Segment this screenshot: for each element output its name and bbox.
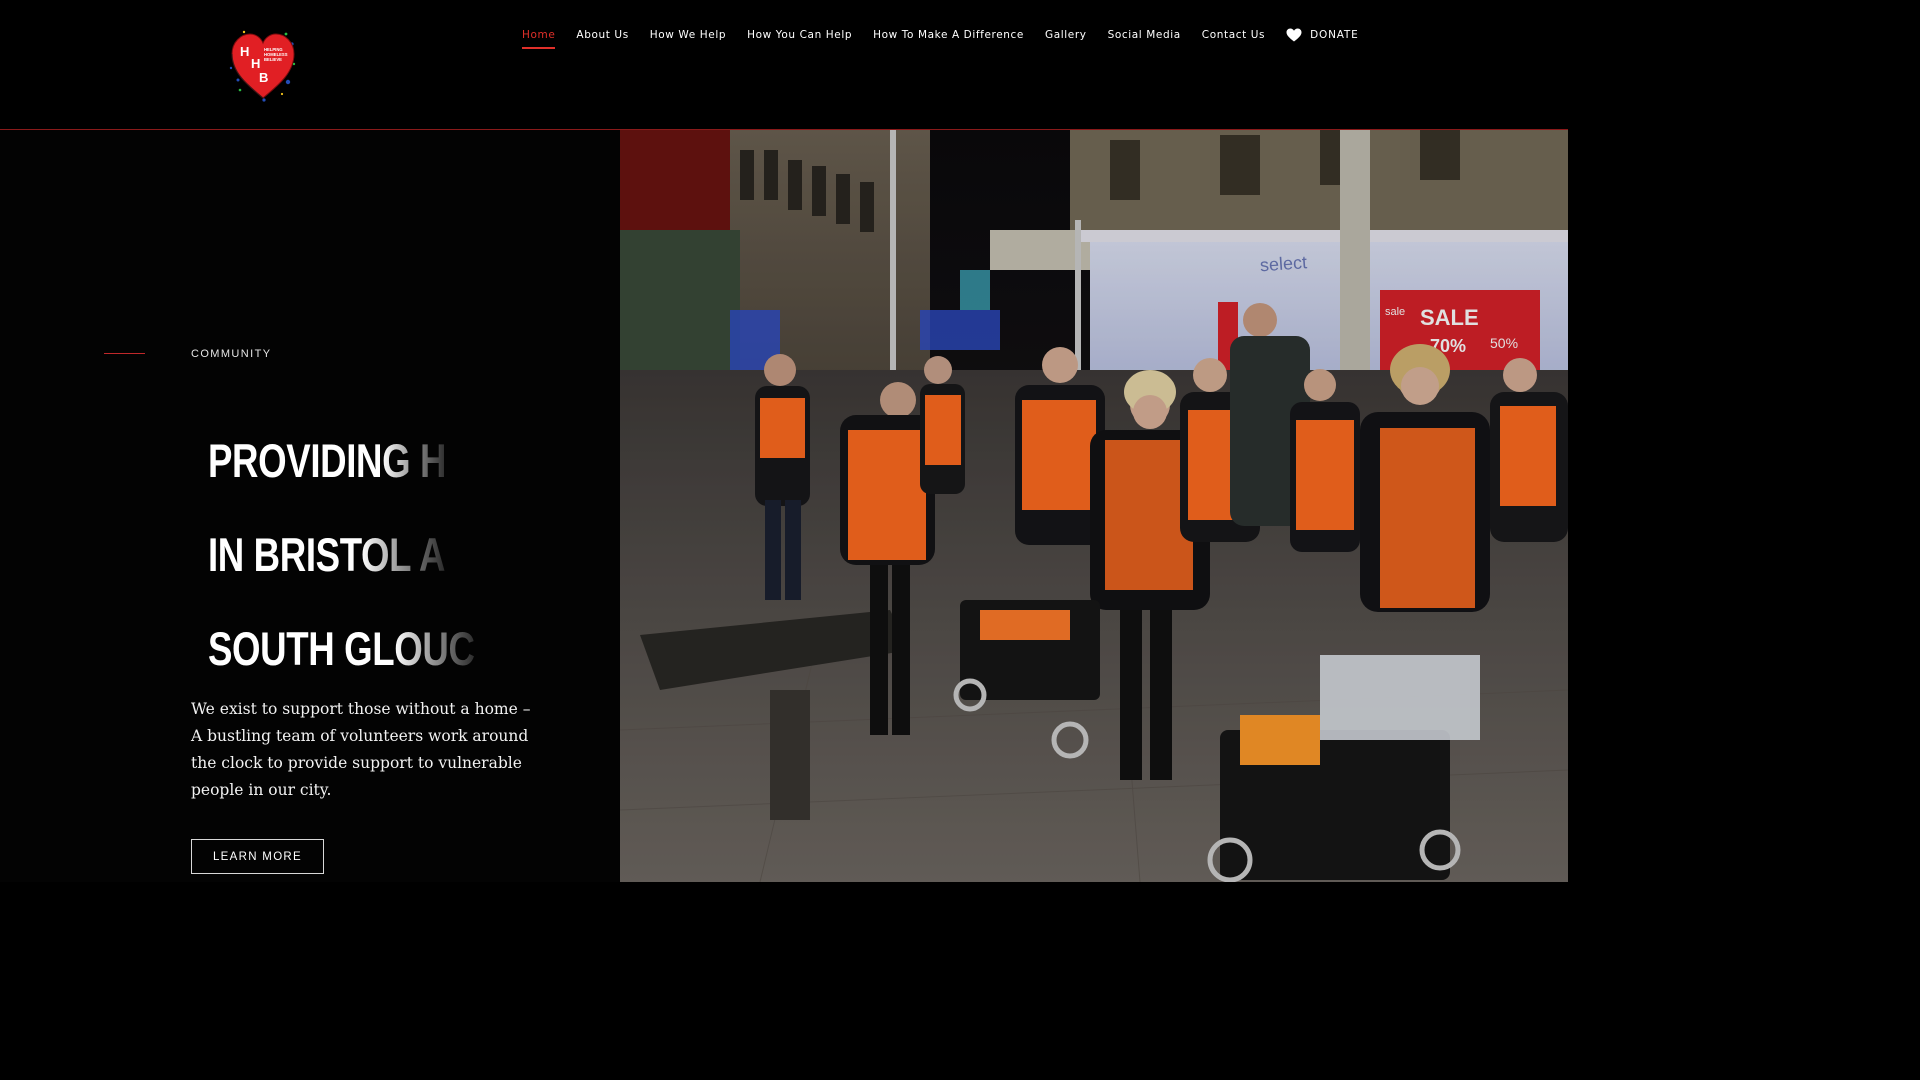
volunteers-photo-image: select SALE sale 70% 50% xyxy=(620,130,1568,882)
logo-letter-3: B xyxy=(259,70,268,85)
nav-item-about-us[interactable]: About Us xyxy=(576,28,628,42)
logo-letter-2: H xyxy=(251,56,260,71)
nav-item-contact-us[interactable]: Contact Us xyxy=(1202,28,1265,42)
logo-letter-1: H xyxy=(240,44,249,59)
nav-item-home[interactable]: Home xyxy=(522,28,556,49)
donate-button[interactable]: DONATE xyxy=(1286,28,1358,42)
nav-item-social-media[interactable]: Social Media xyxy=(1108,28,1181,42)
hero-headline-line-2: IN BRISTOL A xyxy=(208,527,445,583)
hero-headline-line-1: PROVIDING H xyxy=(208,433,446,489)
heart-icon xyxy=(1286,28,1302,42)
hero-photo: select SALE sale 70% 50% xyxy=(620,130,1568,882)
heart-logo-icon: H H B HELPING HOMELESS BELIEVE xyxy=(229,30,296,102)
nav-item-gallery[interactable]: Gallery xyxy=(1045,28,1087,42)
nav-item-how-you-can-help[interactable]: How You Can Help xyxy=(747,28,852,42)
learn-more-button[interactable]: LEARN MORE xyxy=(191,839,324,874)
site-header: H H B HELPING HOMELESS BELIEVE Home Abou… xyxy=(0,0,1568,130)
svg-text:BELIEVE: BELIEVE xyxy=(264,57,282,62)
main-nav: Home About Us How We Help How You Can He… xyxy=(522,27,1359,49)
headline-faded-text: OL A xyxy=(361,528,446,582)
nav-item-how-we-help[interactable]: How We Help xyxy=(650,28,726,42)
hero-text-panel: COMMUNITY PROVIDING H IN BRISTOL A SOUTH… xyxy=(0,130,620,882)
hero-eyebrow: COMMUNITY xyxy=(191,348,272,360)
headline-faded-text: OUC xyxy=(394,622,475,676)
headline-faded-text: G H xyxy=(382,434,447,488)
page: H H B HELPING HOMELESS BELIEVE Home Abou… xyxy=(0,0,1568,882)
headline-solid-text: IN BRIST xyxy=(208,528,362,582)
nav-item-how-to-make-a-difference[interactable]: How To Make A Difference xyxy=(873,28,1024,42)
headline-solid-text: SOUTH GL xyxy=(208,622,395,676)
hero-description: We exist to support those without a home… xyxy=(191,699,531,799)
headline-solid-text: PROVIDIN xyxy=(208,434,383,488)
site-logo[interactable]: H H B HELPING HOMELESS BELIEVE xyxy=(226,24,300,104)
eyebrow-divider xyxy=(104,353,145,354)
hero-headline-line-3: SOUTH GLOUC xyxy=(208,621,475,677)
donate-label: DONATE xyxy=(1310,29,1359,41)
